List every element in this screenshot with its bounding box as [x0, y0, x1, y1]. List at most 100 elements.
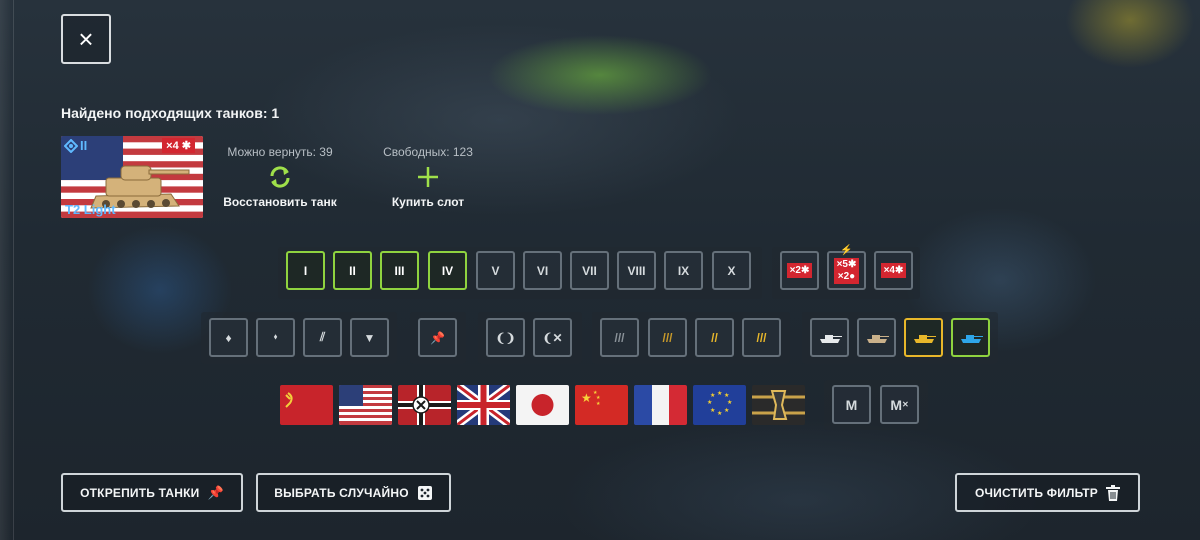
- found-count: Найдено подходящих танков: 1: [61, 105, 280, 121]
- clear-filter-label: ОЧИСТИТЬ ФИЛЬТР: [974, 485, 1099, 500]
- rank-2-filter[interactable]: ⬪: [256, 318, 295, 357]
- other-nation-icon: [752, 385, 805, 425]
- multiplier-x5-filter[interactable]: ⚡ ×5✱ ×2●: [827, 245, 866, 290]
- france-flag-icon: [634, 385, 687, 425]
- x5-badge: ×5✱ ×2●: [833, 257, 860, 284]
- stripes-half-icon: ///: [662, 330, 673, 345]
- china-flag-icon: ★ ★★★: [575, 385, 628, 425]
- plus-icon: [368, 163, 488, 191]
- pinned-filter[interactable]: 📌: [418, 318, 457, 357]
- white-tank-icon: [819, 334, 842, 343]
- pin-icon: 📌: [430, 330, 445, 345]
- rank-3-icon: ⫽: [319, 330, 326, 344]
- laurel-filter[interactable]: ❨❩: [486, 318, 525, 357]
- random-select-label: ВЫБРАТЬ СЛУЧАЙНО: [274, 485, 409, 500]
- nation-japan-filter[interactable]: [516, 385, 569, 425]
- tier-filter-IV[interactable]: IV: [428, 251, 467, 290]
- restore-tank-button[interactable]: Можно вернуть: 39 Восстановить танк: [216, 145, 344, 209]
- svg-text:★: ★: [717, 390, 722, 397]
- nation-europe-filter[interactable]: ★ ★ ★ ★ ★ ★ ★ ★: [693, 385, 746, 425]
- rank-2-icon: ⬪: [273, 331, 278, 343]
- japan-flag-icon: [516, 385, 569, 425]
- star-icon: ✱: [181, 140, 191, 152]
- uk-flag-icon: [457, 385, 510, 425]
- svg-text:★: ★: [710, 392, 715, 399]
- tank-card[interactable]: II ×4 ✱ T2 Light: [61, 136, 203, 218]
- stripes-gold-full-icon: ///: [756, 330, 767, 345]
- nation-uk-filter[interactable]: [457, 385, 510, 425]
- usa-flag-icon: [339, 385, 392, 425]
- refresh-icon: [216, 163, 344, 191]
- light-tank-filter[interactable]: [951, 318, 990, 357]
- random-select-button[interactable]: ВЫБРАТЬ СЛУЧАЙНО: [256, 473, 451, 512]
- svg-text:★: ★: [581, 391, 592, 405]
- nation-france-filter[interactable]: [634, 385, 687, 425]
- rank-4-icon: ▼: [363, 330, 376, 345]
- x2-badge: ×2✱: [786, 263, 813, 278]
- tan-tank-icon: [866, 334, 889, 343]
- tier-filter-VIII[interactable]: VIII: [617, 251, 656, 290]
- svg-text:★: ★: [724, 392, 729, 399]
- slot-caption: Свободных: 123: [383, 145, 473, 159]
- tier-indicator: II: [64, 138, 87, 153]
- clear-filter-button[interactable]: ОЧИСТИТЬ ФИЛЬТР: [955, 473, 1140, 512]
- slot-label: Купить слот: [391, 195, 465, 209]
- nation-china-filter[interactable]: ★ ★ ★ ★: [575, 385, 628, 425]
- laurel-x-filter[interactable]: ❨✕: [533, 318, 572, 357]
- x4-badge: ×4✱: [880, 263, 907, 278]
- medium-tank-filter[interactable]: [904, 318, 943, 357]
- rank-4-filter[interactable]: ▼: [350, 318, 389, 357]
- tan-tank-filter[interactable]: [857, 318, 896, 357]
- rank-1-filter[interactable]: ♦: [209, 318, 248, 357]
- stripes-gold-icon: //: [711, 330, 718, 345]
- multiplier-x2-filter[interactable]: ×2✱: [780, 251, 819, 290]
- stripes-half-filter[interactable]: ///: [648, 318, 687, 357]
- yellow-tank-icon: [913, 334, 936, 343]
- tier-filter-II[interactable]: II: [333, 251, 372, 290]
- stripes-gold-full-filter[interactable]: ///: [742, 318, 781, 357]
- unpin-tanks-button[interactable]: ОТКРЕПИТЬ ТАНКИ 📌: [61, 473, 243, 512]
- trash-icon: [1106, 484, 1121, 501]
- mastery-x-filter[interactable]: M ✕: [880, 385, 919, 424]
- tier-filter-VII[interactable]: VII: [570, 251, 609, 290]
- rank-3-filter[interactable]: ⫽: [303, 318, 342, 357]
- white-tank-filter[interactable]: [810, 318, 849, 357]
- buy-slot-button[interactable]: Свободных: 123 Купить слот: [368, 145, 488, 209]
- tier-filter-V[interactable]: V: [476, 251, 515, 290]
- ussr-flag-icon: [280, 385, 333, 425]
- mastery-filter[interactable]: M: [832, 385, 871, 424]
- tier-filter-III[interactable]: III: [380, 251, 419, 290]
- tank-tier: II: [80, 138, 88, 153]
- svg-text:★: ★: [596, 401, 601, 407]
- restore-label: Восстановить танк: [223, 195, 337, 209]
- tank-class-icon: [64, 138, 78, 153]
- unpin-tanks-label: ОТКРЕПИТЬ ТАНКИ: [80, 485, 200, 500]
- nation-ussr-filter[interactable]: [280, 385, 333, 425]
- close-button[interactable]: ×: [61, 14, 111, 64]
- stripes-grey-filter[interactable]: ///: [600, 318, 639, 357]
- xp-multiplier-badge: ×4 ✱: [162, 138, 195, 153]
- tier-filter-IX[interactable]: IX: [664, 251, 703, 290]
- europe-flag-icon: ★ ★★★★★★★: [693, 385, 746, 425]
- laurel-x-icon: ❨✕: [542, 330, 563, 345]
- cross-icon: ✕: [901, 400, 909, 409]
- stripes-grey-icon: ///: [614, 330, 625, 345]
- svg-text:★: ★: [707, 399, 712, 406]
- dice-icon: [417, 485, 432, 500]
- side-panel-edge: [0, 0, 14, 540]
- svg-text:★: ★: [710, 407, 715, 414]
- laurel-icon: ❨❩: [495, 330, 516, 345]
- svg-text:★: ★: [724, 407, 729, 414]
- stripes-gold-filter[interactable]: //: [695, 318, 734, 357]
- svg-text:★: ★: [727, 399, 732, 406]
- nation-other-filter[interactable]: [752, 385, 805, 425]
- tier-filter-I[interactable]: I: [286, 251, 325, 290]
- multiplier-x4-filter[interactable]: ×4✱: [874, 251, 913, 290]
- tier-filter-X[interactable]: X: [712, 251, 751, 290]
- tier-filter-VI[interactable]: VI: [523, 251, 562, 290]
- nation-usa-filter[interactable]: [339, 385, 392, 425]
- lightning-icon: ⚡: [840, 245, 853, 256]
- restore-caption: Можно вернуть: 39: [227, 145, 333, 159]
- rank-1-icon: ♦: [225, 330, 232, 345]
- nation-germany-filter[interactable]: [398, 385, 451, 425]
